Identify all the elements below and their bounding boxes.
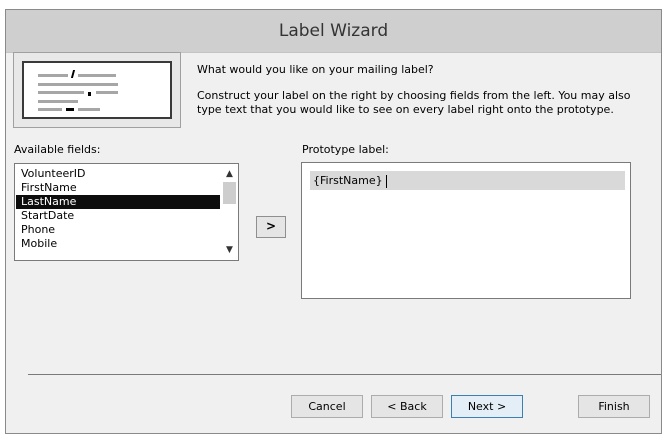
field-list-item[interactable]: VolunteerID [16, 167, 220, 181]
field-list-item[interactable]: Mobile [16, 237, 220, 251]
prototype-label-editor[interactable]: {FirstName} [301, 162, 631, 299]
prototype-line-text: {FirstName} [313, 174, 383, 187]
chevron-up-icon[interactable]: ▲ [221, 167, 238, 181]
next-button[interactable]: Next > [451, 395, 523, 418]
scroll-thumb[interactable] [223, 182, 236, 204]
field-list-item[interactable]: LastName [16, 195, 220, 209]
prototype-line-1[interactable]: {FirstName} [310, 171, 625, 190]
instruction-question: What would you like on your mailing labe… [197, 63, 434, 76]
available-fields-items: VolunteerID FirstName LastName StartDate Pho… [16, 167, 220, 251]
field-list-item[interactable]: Phone [16, 223, 220, 237]
add-field-button[interactable]: > [256, 216, 286, 238]
label-preview-illustration [13, 52, 181, 128]
field-list-item[interactable]: StartDate [16, 209, 220, 223]
cancel-button[interactable]: Cancel [291, 395, 363, 418]
back-button[interactable]: < Back [371, 395, 443, 418]
vertical-scrollbar[interactable]: ▲ ▼ [221, 164, 238, 260]
text-caret [385, 174, 387, 188]
chevron-down-icon[interactable]: ▼ [221, 243, 238, 257]
window-title: Label Wizard [6, 10, 661, 53]
instruction-detail: Construct your label on the right by cho… [197, 89, 631, 116]
footer-divider [28, 374, 661, 375]
finish-button[interactable]: Finish [578, 395, 650, 418]
label-card-icon [22, 61, 172, 119]
available-fields-label: Available fields: [14, 143, 101, 156]
prototype-label-heading: Prototype label: [302, 143, 389, 156]
available-fields-list[interactable]: VolunteerID FirstName LastName StartDate Pho… [14, 163, 239, 261]
field-list-item[interactable]: FirstName [16, 181, 220, 195]
